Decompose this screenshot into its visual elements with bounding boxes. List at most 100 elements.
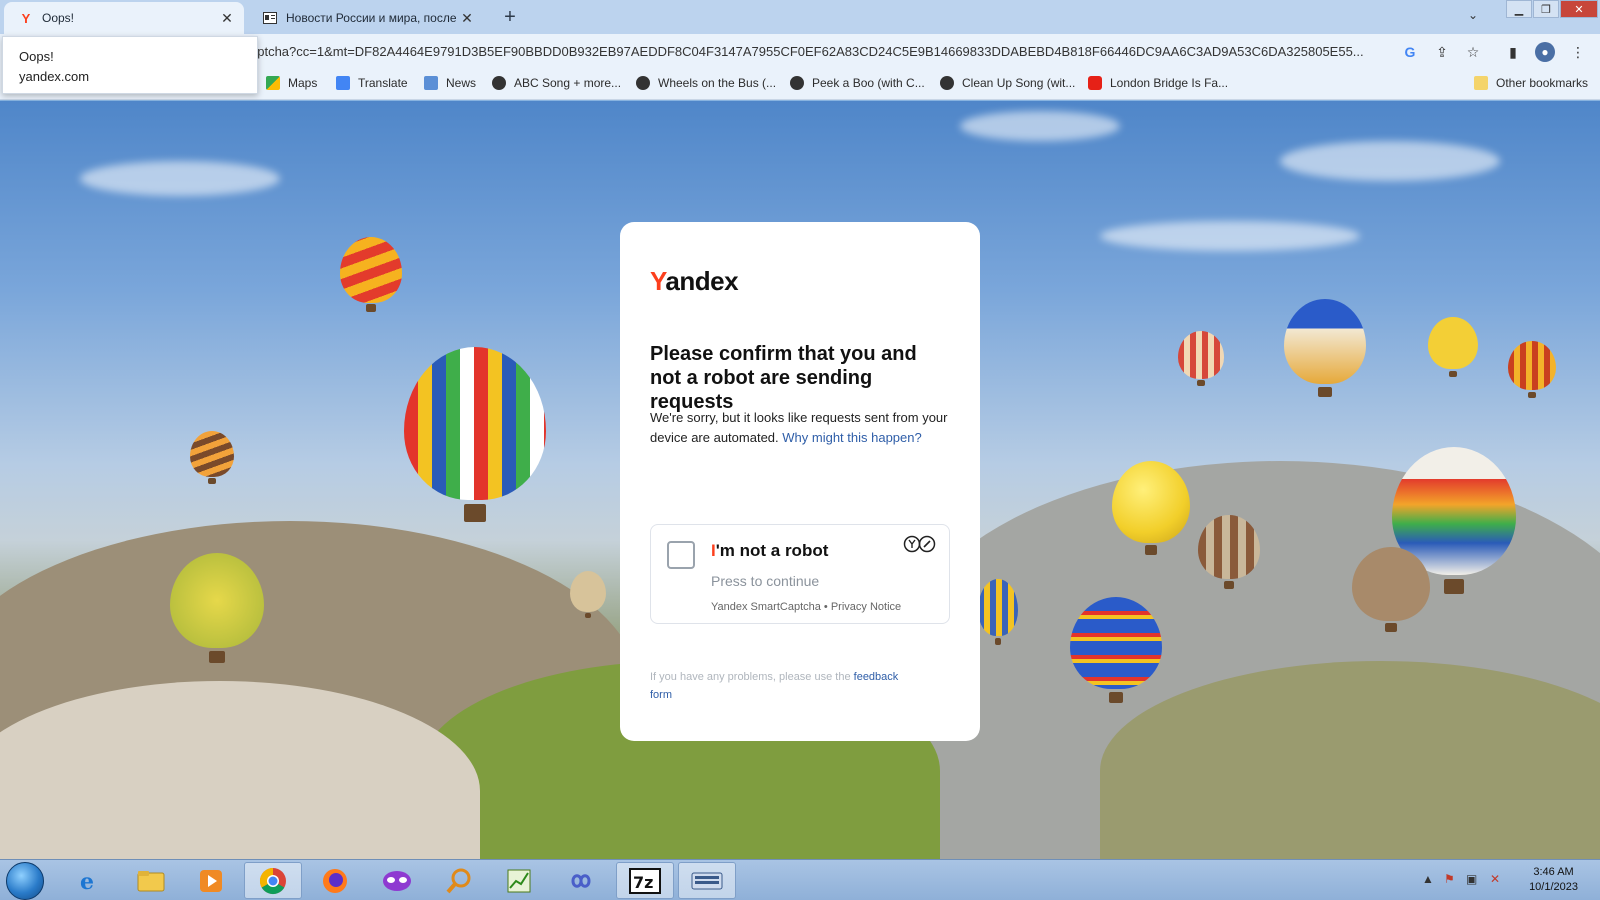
tab-title: Новости России и мира, после <box>286 11 456 25</box>
balloon <box>1352 547 1430 637</box>
feedback-note: If you have any problems, please use the… <box>650 668 940 704</box>
captcha-brand: Yandex SmartCaptcha <box>711 601 821 613</box>
globe-icon <box>636 76 650 90</box>
tooltip-title: Oops! <box>19 49 54 64</box>
captcha-heading: Please confirm that you and not a robot … <box>650 343 917 413</box>
tab-strip: Y Oops! ✕ Новости России и мира, после ✕… <box>0 0 1600 34</box>
news-icon <box>424 76 438 90</box>
feedback-form-link[interactable]: form <box>650 689 672 701</box>
privacy-notice-link[interactable]: Privacy Notice <box>831 601 901 613</box>
not-a-robot-checkbox[interactable] <box>667 541 695 569</box>
close-icon[interactable]: ✕ <box>216 7 238 29</box>
search-app-icon[interactable] <box>430 862 488 899</box>
new-tab-button[interactable]: + <box>498 5 522 29</box>
bookmark-label: Translate <box>358 76 408 90</box>
firefox-icon[interactable] <box>306 862 364 899</box>
balloon <box>190 431 234 487</box>
mask-app-icon[interactable] <box>368 862 426 899</box>
system-clock[interactable]: 3:46 AM 10/1/2023 <box>1529 865 1578 895</box>
bookmark-label: News <box>446 76 477 90</box>
press-to-continue-text: Press to continue <box>711 573 820 589</box>
captcha-footer: Yandex SmartCaptcha • Privacy Notice <box>711 601 901 613</box>
globe-icon <box>790 76 804 90</box>
windows-taskbar: e 7z ▲ ⚑ ▣ ✕ 3:46 AM 10/1/2023 <box>0 859 1600 900</box>
bookmark-label: London Bridge Is Fa... <box>1110 76 1229 90</box>
bookmark-label: Clean Up Song (wit... <box>962 76 1076 90</box>
bookmark-peek-a-boo[interactable]: Peek a Boo (with C... <box>790 76 925 90</box>
clock-date: 10/1/2023 <box>1529 881 1578 893</box>
start-button[interactable] <box>6 862 44 900</box>
captcha-description: We're sorry, but it looks like requests … <box>650 408 950 448</box>
window-close-button[interactable]: ✕ <box>1560 0 1598 18</box>
balloon <box>1198 515 1260 593</box>
balloon <box>1070 597 1162 709</box>
balloon <box>1178 331 1224 389</box>
bookmark-label: ABC Song + more... <box>514 76 622 90</box>
restore-button[interactable]: ❐ <box>1533 0 1559 18</box>
network-icon[interactable]: ▣ <box>1466 872 1477 886</box>
yandex-icon: Y <box>21 10 31 26</box>
balloon <box>1428 317 1478 381</box>
balloon <box>978 579 1018 649</box>
explorer-icon[interactable] <box>122 862 180 899</box>
menu-icon[interactable]: ⋮ <box>1568 42 1588 62</box>
share-icon[interactable]: ⇪ <box>1432 42 1452 62</box>
volume-muted-icon[interactable]: ✕ <box>1490 872 1500 886</box>
balloon <box>170 553 264 669</box>
youtube-icon <box>1088 76 1102 90</box>
footer-separator: • <box>820 601 831 613</box>
globe-icon <box>940 76 954 90</box>
smartcaptcha-widget: I'm not a robot Press to continue Yandex… <box>650 524 950 624</box>
media-player-icon[interactable] <box>182 862 240 899</box>
balloon <box>340 237 402 317</box>
chevron-down-icon[interactable]: ⌄ <box>1468 8 1478 22</box>
captcha-card: Yandex Please confirm that you and not a… <box>620 222 980 741</box>
bookmark-london-bridge[interactable]: London Bridge Is Fa... <box>1088 76 1228 90</box>
bookmark-label: Peek a Boo (with C... <box>812 76 925 90</box>
infinity-app-icon[interactable] <box>552 862 610 899</box>
other-bookmarks[interactable]: Other bookmarks <box>1474 76 1588 90</box>
tab-title: Oops! <box>42 11 75 25</box>
close-icon[interactable]: ✕ <box>456 7 478 29</box>
other-bookmarks-label: Other bookmarks <box>1496 76 1589 90</box>
maps-icon <box>266 76 280 90</box>
bookmark-star-icon[interactable]: ☆ <box>1463 42 1483 62</box>
svg-text:e: e <box>80 869 94 894</box>
tray-expand-icon[interactable]: ▲ <box>1422 872 1434 886</box>
bookmark-news[interactable]: News <box>424 76 476 90</box>
profile-avatar[interactable]: ● <box>1535 42 1555 62</box>
chrome-icon[interactable] <box>244 862 302 899</box>
tab-oops[interactable]: Y Oops! ✕ <box>4 2 244 34</box>
news-icon <box>262 10 278 26</box>
feedback-text: If you have any problems, please use the <box>650 671 851 683</box>
bookmark-abc-song[interactable]: ABC Song + more... <box>492 76 621 90</box>
clock-time: 3:46 AM <box>1533 866 1574 878</box>
keyboard-app-icon[interactable] <box>678 862 736 899</box>
bookmark-maps[interactable]: Maps <box>266 76 317 90</box>
ie-icon[interactable]: e <box>60 862 118 899</box>
minimize-button[interactable]: ▁ <box>1506 0 1532 18</box>
smartcaptcha-logo-icon <box>903 535 937 557</box>
balloon <box>1284 299 1366 403</box>
side-panel-icon[interactable]: ▮ <box>1503 42 1523 62</box>
globe-icon <box>492 76 506 90</box>
bookmark-translate[interactable]: Translate <box>336 76 408 90</box>
feedback-link[interactable]: feedback <box>854 671 899 683</box>
not-a-robot-label[interactable]: I'm not a robot <box>711 541 828 561</box>
tab-news[interactable]: Новости России и мира, после ✕ <box>248 2 484 34</box>
why-link[interactable]: Why might this happen? <box>782 430 921 445</box>
balloon <box>570 571 606 621</box>
bookmark-label: Maps <box>288 76 318 90</box>
tooltip-host: yandex.com <box>19 69 90 84</box>
bookmark-wheels-on-the-bus[interactable]: Wheels on the Bus (... <box>636 76 776 90</box>
bookmark-clean-up-song[interactable]: Clean Up Song (wit... <box>940 76 1075 90</box>
google-lens-icon[interactable]: G <box>1400 42 1420 62</box>
flag-alert-icon[interactable]: ⚑ <box>1444 872 1455 886</box>
address-bar[interactable]: aptcha?cc=1&mt=DF82A4464E9791D3B5EF90BBD… <box>250 38 1390 65</box>
balloon <box>404 347 546 533</box>
svg-text:7z: 7z <box>633 873 653 892</box>
balloon <box>1112 461 1190 561</box>
7zip-icon[interactable]: 7z <box>616 862 674 899</box>
bookmark-label: Wheels on the Bus (... <box>658 76 777 90</box>
chart-app-icon[interactable] <box>490 862 548 899</box>
